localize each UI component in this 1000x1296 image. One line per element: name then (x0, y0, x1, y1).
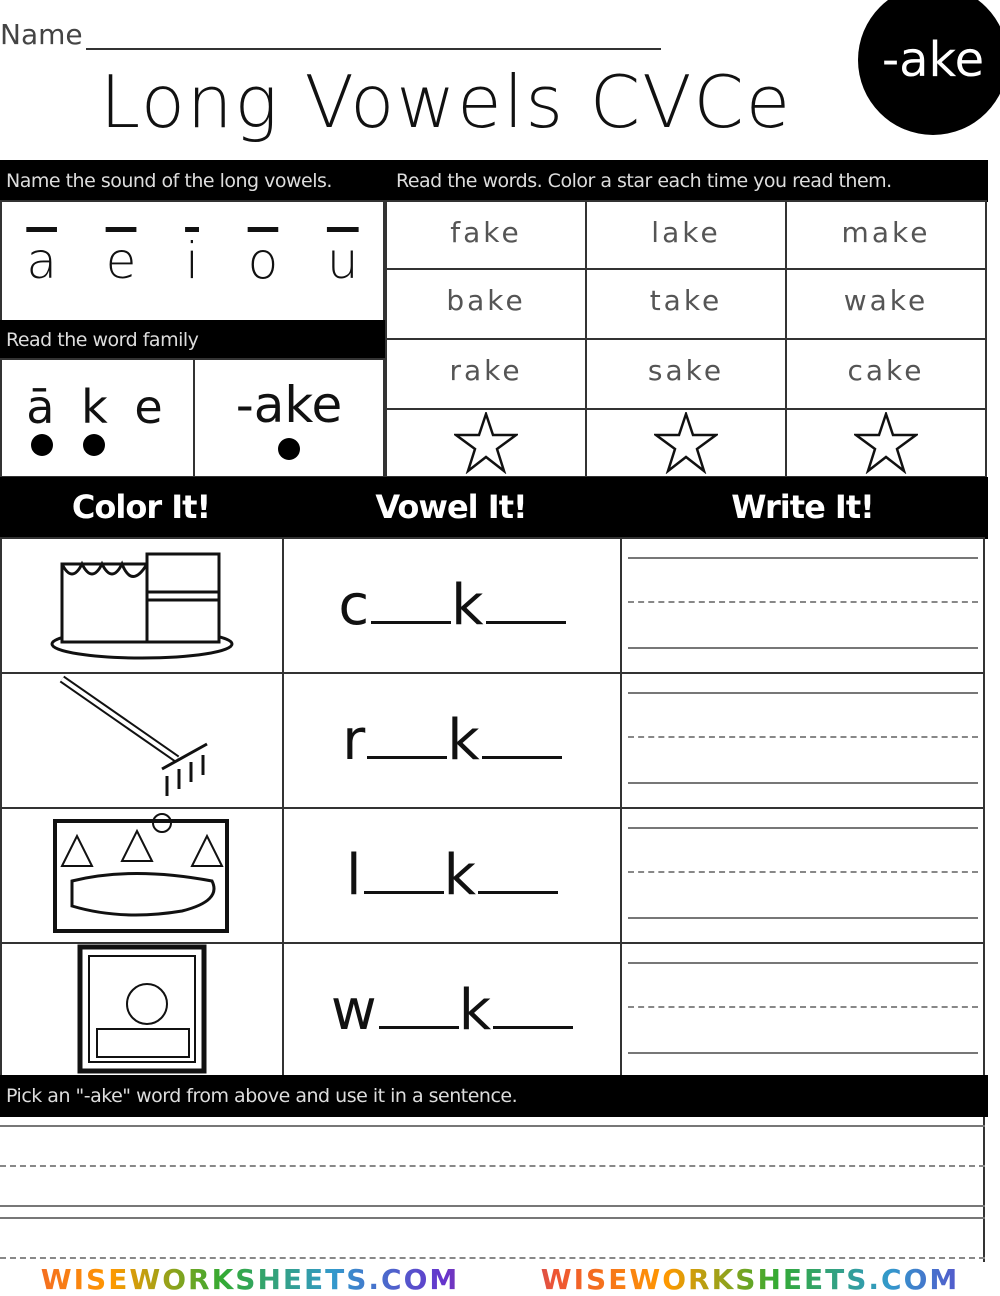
star-outline-icon[interactable] (454, 412, 518, 474)
pattern: wk (330, 978, 574, 1043)
name-field[interactable] (86, 48, 661, 50)
sentence-area[interactable] (0, 1117, 985, 1262)
vowel-it-cell[interactable]: wk (282, 942, 622, 1079)
word-cell: make (785, 200, 987, 270)
pattern: lk (346, 843, 558, 908)
picture-cell-cake[interactable] (0, 537, 284, 674)
word-family-badge: -ake (858, 0, 1000, 135)
pattern: ck (338, 573, 566, 638)
word-cell: wake (785, 268, 987, 340)
word: make (841, 216, 931, 249)
first-letter: c (338, 573, 372, 638)
word: rake (449, 354, 523, 387)
watermark-text: WISEWORKSHEETS.COM (540, 1262, 960, 1296)
blank[interactable] (481, 756, 562, 759)
word: fake (450, 216, 522, 249)
write-it-cell[interactable] (620, 537, 985, 674)
header-vowel-it: Vowel It! (375, 488, 527, 526)
lake-picture-icon[interactable] (52, 811, 232, 940)
vowel-it-cell[interactable]: rk (282, 672, 622, 809)
first-letter: r (342, 708, 368, 773)
picture-cell-lake[interactable] (0, 807, 284, 944)
dot-icon (30, 434, 53, 456)
chunked-box: -ake (193, 358, 385, 478)
vowel: a (26, 232, 57, 290)
picture-cell-wake[interactable] (0, 942, 284, 1079)
first-letter: l (346, 843, 364, 908)
pattern: rk (342, 708, 562, 773)
rake-picture-icon[interactable] (52, 674, 232, 808)
vowels-box: a e i o u (0, 200, 385, 322)
chunk: -ake (235, 376, 343, 434)
header-color-it: Color It! (71, 488, 211, 526)
blank[interactable] (363, 891, 444, 894)
family-instruction: Read the word family (6, 329, 199, 351)
vowel: i (185, 232, 199, 290)
first-letter: w (330, 978, 379, 1043)
vowel: u (326, 232, 359, 290)
sound: k (81, 380, 114, 434)
star-cell[interactable] (585, 408, 787, 478)
dot-icon (82, 434, 105, 456)
badge-text: -ake (881, 32, 985, 88)
word: wake (843, 284, 929, 317)
blank[interactable] (485, 621, 566, 624)
word-cell: fake (385, 200, 587, 270)
family-band: Read the word family (0, 320, 386, 360)
star-cell[interactable] (385, 408, 587, 478)
write-it-cell[interactable] (620, 672, 985, 809)
words-instruction: Read the words. Color a star each time y… (396, 170, 892, 192)
blank[interactable] (367, 756, 448, 759)
vowel: e (105, 232, 137, 290)
middle-letter: k (447, 708, 482, 773)
write-it-cell[interactable] (620, 807, 985, 944)
blank[interactable] (493, 1026, 574, 1029)
word-cell: bake (385, 268, 587, 340)
word: cake (847, 354, 925, 387)
star-outline-icon[interactable] (854, 412, 918, 474)
wake-picture-icon[interactable] (77, 944, 207, 1078)
vowels-instruction: Name the sound of the long vowels. (6, 170, 332, 192)
picture-cell-rake[interactable] (0, 672, 284, 809)
middle-letter: k (451, 573, 486, 638)
star-outline-icon[interactable] (654, 412, 718, 474)
word: bake (446, 284, 526, 317)
blank[interactable] (371, 621, 452, 624)
word-cell: take (585, 268, 787, 340)
word-cell: cake (785, 338, 987, 410)
star-cell[interactable] (785, 408, 987, 478)
name-label: Name (0, 18, 83, 51)
word-cell: lake (585, 200, 787, 270)
watermark-text: WISEWORKSHEETS.COM (40, 1262, 460, 1296)
sentence-band: Pick an "-ake" word from above and use i… (0, 1075, 988, 1117)
sound: e (134, 380, 169, 434)
instruction-band: Name the sound of the long vowels. Read … (0, 160, 988, 202)
blank[interactable] (378, 1026, 459, 1029)
vowel-it-cell[interactable]: ck (282, 537, 622, 674)
header-write-it: Write It! (731, 488, 874, 526)
word-cell: sake (585, 338, 787, 410)
sounded-box: ā k e (0, 358, 195, 478)
write-it-cell[interactable] (620, 942, 985, 1079)
vowel: o (247, 232, 279, 290)
middle-letter: k (443, 843, 478, 908)
word: take (649, 284, 723, 317)
cake-picture-icon[interactable] (47, 544, 237, 668)
watermark: WISEWORKSHEETS.COM WISEWORKSHEETS.COM (0, 1262, 1000, 1296)
sentence-instruction: Pick an "-ake" word from above and use i… (6, 1085, 518, 1107)
vowel-it-cell[interactable]: lk (282, 807, 622, 944)
word-cell: rake (385, 338, 587, 410)
middle-letter: k (458, 978, 494, 1043)
word: lake (651, 216, 721, 249)
blank[interactable] (478, 891, 558, 894)
page-title: Long Vowels CVCe (100, 60, 793, 144)
word: sake (647, 354, 725, 387)
sound: ā (26, 380, 61, 434)
dot-icon (278, 438, 300, 460)
